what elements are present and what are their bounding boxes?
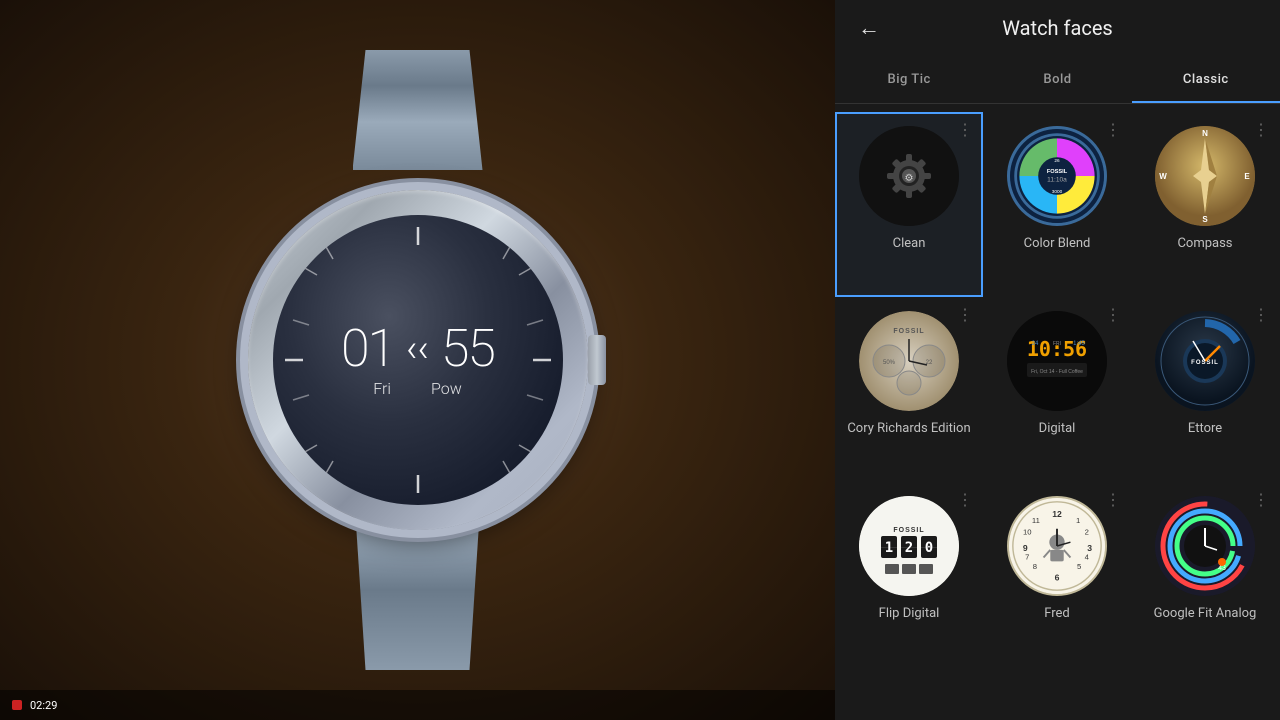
face-thumb-fred: 12 6 3 9 1 2 11 10 8 7 5 4 (1007, 496, 1107, 596)
face-name-cory: Cory Richards Edition (847, 421, 970, 438)
more-menu-clean[interactable]: ⋮ (957, 122, 973, 138)
svg-text:2: 2 (1085, 527, 1089, 536)
svg-text:50%: 50% (883, 360, 896, 366)
face-cell-color-blend[interactable]: ⋮ FOSSIL 11:10a (983, 112, 1131, 297)
svg-text:W: W (1159, 172, 1167, 181)
svg-text:FOSSIL: FOSSIL (893, 527, 924, 534)
watch-preview-panel: 01 ‹‹ 55 Fri Pow 02:29 (0, 0, 835, 720)
face-thumb-googlefit: 43 (1155, 496, 1255, 596)
face-cell-compass[interactable]: ⋮ (1131, 112, 1279, 297)
tab-big-tic[interactable]: Big Tic (835, 56, 983, 103)
more-menu-digital[interactable]: ⋮ (1105, 307, 1121, 323)
face-cell-flip[interactable]: ⋮ FOSSIL 1 2 0 (835, 482, 983, 667)
svg-text:43: 43 (1218, 565, 1226, 572)
grid-row-3: ⋮ FOSSIL 1 2 0 (835, 482, 1280, 667)
notification-bar: 02:29 (0, 690, 835, 720)
tab-bold[interactable]: Bold (983, 56, 1131, 103)
face-cell-ettore[interactable]: ⋮ (1131, 297, 1279, 482)
svg-text:9: 9 (1023, 543, 1028, 553)
svg-text:E: E (1244, 172, 1250, 181)
svg-text:11: 11 (1032, 516, 1040, 525)
more-menu-compass[interactable]: ⋮ (1253, 122, 1269, 138)
svg-text:4: 4 (1085, 552, 1090, 561)
watch-hour: 01 (341, 323, 394, 375)
face-thumb-cory: FOSSIL 50% 22 (859, 311, 959, 411)
svg-text:N: N (1202, 129, 1208, 138)
watch-screen: 01 ‹‹ 55 Fri Pow (273, 215, 563, 505)
face-cell-clean[interactable]: ⋮ (835, 112, 983, 297)
svg-text:5: 5 (1077, 562, 1081, 571)
svg-text:3: 3 (1087, 543, 1092, 553)
face-cell-googlefit[interactable]: ⋮ 43 (1131, 482, 1279, 667)
more-menu-cory[interactable]: ⋮ (957, 307, 973, 323)
right-panel: ← Watch faces Big Tic Bold Classic ⋮ (835, 0, 1280, 720)
more-menu-ettore[interactable]: ⋮ (1253, 307, 1269, 323)
header: ← Watch faces (835, 0, 1280, 56)
face-name-fred: Fred (1044, 606, 1070, 623)
more-menu-fred[interactable]: ⋮ (1105, 492, 1121, 508)
watch-arrow: ‹‹ (406, 327, 429, 371)
svg-text:26: 26 (1054, 158, 1060, 163)
more-menu-flip[interactable]: ⋮ (957, 492, 973, 508)
notification-dot (12, 700, 22, 710)
face-name-clean: Clean (893, 236, 926, 253)
watch-minutes: 55 (441, 323, 494, 375)
face-thumb-ettore: FOSSIL (1155, 311, 1255, 411)
face-name-googlefit: Google Fit Analog (1154, 606, 1257, 623)
svg-text:2: 2 (905, 540, 913, 556)
watch-band-top (353, 50, 483, 170)
svg-text:⚙: ⚙ (905, 173, 914, 184)
svg-text:6: 6 (1055, 573, 1060, 583)
face-thumb-flip: FOSSIL 1 2 0 (859, 496, 959, 596)
face-name-ettore: Ettore (1188, 421, 1222, 438)
svg-text:S: S (1202, 215, 1208, 224)
face-cell-cory[interactable]: ⋮ FOSSIL (835, 297, 983, 482)
svg-text:3000: 3000 (1052, 189, 1063, 194)
svg-text:8: 8 (1033, 562, 1037, 571)
back-arrow-icon: ← (858, 15, 880, 41)
more-menu-googlefit[interactable]: ⋮ (1253, 492, 1269, 508)
face-name-digital: Digital (1039, 421, 1076, 438)
grid-row-2: ⋮ FOSSIL (835, 297, 1280, 482)
svg-text:11:10a: 11:10a (1047, 177, 1067, 184)
notification-time: 02:29 (30, 699, 57, 712)
watch-power: Pow (431, 379, 462, 398)
svg-text:Fri, Oct 14 - Full Coffee: Fri, Oct 14 - Full Coffee (1031, 369, 1083, 375)
watch-time-display: 01 ‹‹ 55 Fri Pow (341, 323, 494, 398)
more-menu-color-blend[interactable]: ⋮ (1105, 122, 1121, 138)
face-cell-fred[interactable]: ⋮ 12 6 3 9 1 2 11 10 8 (983, 482, 1131, 667)
face-thumb-compass: N S E W (1155, 126, 1255, 226)
svg-text:0: 0 (925, 540, 933, 556)
grid-row-1: ⋮ (835, 112, 1280, 297)
svg-text:1:45: 1:45 (1073, 341, 1085, 347)
face-thumb-digital: 10:56 Fri, Oct 14 - Full Coffee 24 FRI 1… (1007, 311, 1107, 411)
watch-case: 01 ‹‹ 55 Fri Pow (248, 190, 588, 530)
svg-text:12: 12 (1052, 509, 1062, 519)
watch-image: 01 ‹‹ 55 Fri Pow (128, 40, 708, 680)
tab-bar: Big Tic Bold Classic (835, 56, 1280, 104)
face-thumb-clean: ⚙ (859, 126, 959, 226)
svg-text:FRI: FRI (1053, 341, 1061, 347)
page-title: Watch faces (903, 16, 1212, 40)
svg-text:24: 24 (1032, 341, 1039, 347)
svg-text:10: 10 (1023, 527, 1032, 536)
face-name-color-blend: Color Blend (1024, 236, 1091, 253)
watch-day: Fri (373, 379, 391, 398)
svg-text:7: 7 (1025, 552, 1029, 561)
faces-grid: ⋮ (835, 104, 1280, 720)
watch-crown (588, 335, 606, 385)
svg-text:FOSSIL: FOSSIL (1047, 169, 1068, 175)
tab-classic[interactable]: Classic (1132, 56, 1280, 103)
face-name-compass: Compass (1177, 236, 1232, 253)
face-name-flip: Flip Digital (879, 606, 940, 623)
face-cell-digital[interactable]: ⋮ 10:56 Fri, Oct 14 - Full Coffee 24 FRI… (983, 297, 1131, 482)
face-thumb-color-blend: FOSSIL 11:10a 26 3000 (1007, 126, 1107, 226)
svg-text:1: 1 (885, 540, 893, 556)
back-button[interactable]: ← (851, 10, 887, 46)
svg-text:FOSSIL: FOSSIL (893, 328, 924, 335)
svg-text:1: 1 (1076, 516, 1080, 525)
